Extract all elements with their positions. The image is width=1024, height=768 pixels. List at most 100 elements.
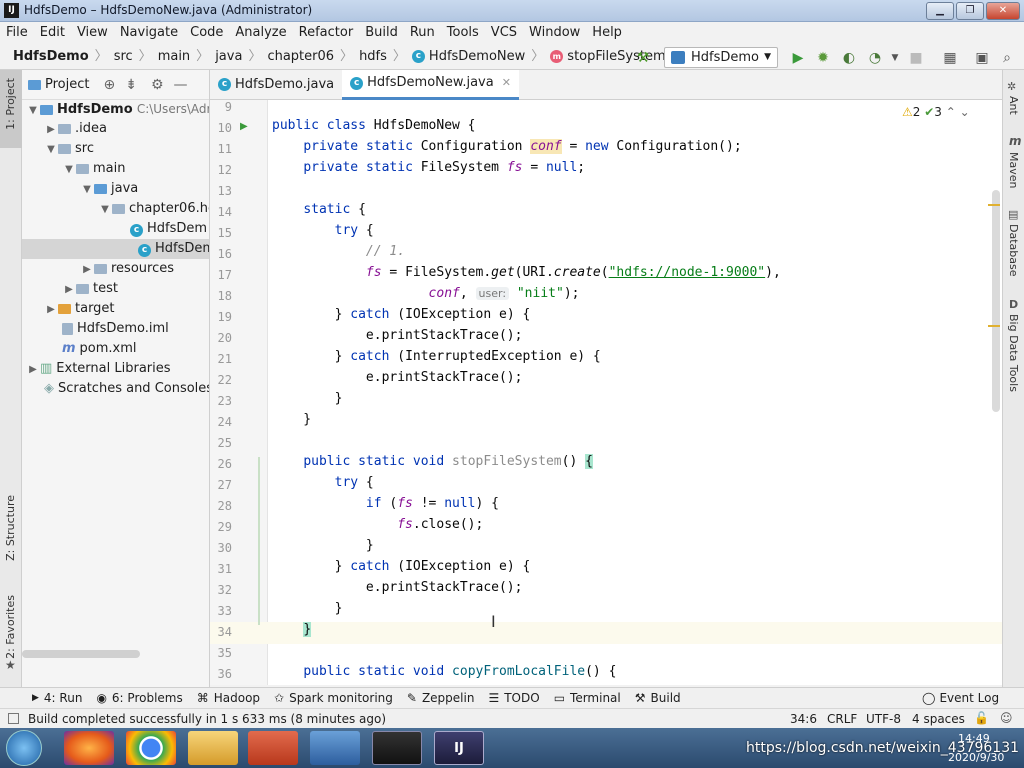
maven-tool-tab[interactable]: Maven <box>1007 152 1020 188</box>
warning-stripe-mark[interactable] <box>988 325 1000 327</box>
database-tool-tab[interactable]: Database <box>1007 224 1020 277</box>
status-message[interactable]: Build completed successfully in 1 s 633 … <box>28 712 386 726</box>
run-gutter-icon[interactable]: ▶ <box>240 121 248 132</box>
explorer-taskbar-icon[interactable] <box>188 731 238 765</box>
vertical-scrollbar[interactable] <box>992 190 1000 412</box>
menu-edit[interactable]: Edit <box>34 22 71 44</box>
inspector-icon[interactable]: ☺ <box>1000 711 1013 725</box>
line-separator[interactable]: CRLF <box>827 712 857 726</box>
run-configuration-select[interactable]: HdfsDemo ▼ <box>664 47 778 68</box>
profile-icon[interactable]: ◔ <box>866 49 884 67</box>
hadoop-tool-button[interactable]: ⌘ Hadoop <box>197 691 260 705</box>
tree-item-iml[interactable]: HdfsDemo.iml <box>62 319 169 339</box>
warning-stripe-mark[interactable] <box>988 204 1000 206</box>
menu-help[interactable]: Help <box>586 22 628 44</box>
firefox-taskbar-icon[interactable] <box>64 731 114 765</box>
code-editor[interactable]: ⚠2 ✔3 ⌃ ⌄ public class HdfsDemoNew { pri… <box>268 100 1002 685</box>
project-tool-tab[interactable]: 1: Project <box>0 70 22 148</box>
ant-tool-tab[interactable]: Ant <box>1007 96 1020 115</box>
file-encoding[interactable]: UTF-8 <box>866 712 901 726</box>
tree-item-java[interactable]: ▼ java <box>80 179 138 199</box>
structure-tool-tab[interactable]: Z: Structure <box>4 495 17 561</box>
menu-run[interactable]: Run <box>404 22 441 44</box>
run-icon[interactable]: ▶ <box>789 49 807 67</box>
indent-setting[interactable]: 4 spaces <box>912 712 965 726</box>
close-window-button[interactable]: ✕ <box>986 2 1020 20</box>
chrome-taskbar-icon[interactable] <box>126 731 176 765</box>
gear-icon[interactable]: ⚙ <box>151 77 164 93</box>
inspection-widget[interactable]: ⚠2 ✔3 ⌃ ⌄ <box>902 105 970 119</box>
favorites-tool-tab[interactable]: 2: Favorites <box>4 595 17 659</box>
tree-item-target[interactable]: ▶ target <box>44 299 114 319</box>
stop-icon[interactable]: ■ <box>907 49 925 67</box>
menu-window[interactable]: Window <box>523 22 586 44</box>
tree-item-main[interactable]: ▼ main <box>62 159 125 179</box>
breadcrumb-main[interactable]: main 〉 <box>155 44 213 70</box>
menu-view[interactable]: View <box>71 22 114 44</box>
tree-item-hdfsdemo[interactable]: ▼ HdfsDemo C:\Users\Adr <box>26 99 209 119</box>
vmware-taskbar-icon[interactable] <box>372 731 422 765</box>
clock-date[interactable]: 2020/9/30 <box>948 751 1004 764</box>
clock-time[interactable]: 14:49 <box>958 732 990 745</box>
project-panel-title[interactable]: Project <box>45 77 89 92</box>
tree-item-hdfsdemonew-class[interactable]: c HdfsDem <box>22 239 209 259</box>
breadcrumb-project[interactable]: HdfsDemo 〉 <box>10 44 111 70</box>
breadcrumb-class[interactable]: c HdfsDemoNew 〉 <box>409 44 547 70</box>
lock-icon[interactable]: 🔓 <box>974 711 989 725</box>
hide-panel-icon[interactable]: — <box>174 77 188 93</box>
spark-monitoring-tool-button[interactable]: ✩ Spark monitoring <box>274 691 393 705</box>
menu-code[interactable]: Code <box>184 22 229 44</box>
menu-vcs[interactable]: VCS <box>485 22 523 44</box>
tree-item-external-libraries[interactable]: ▶ ▥ External Libraries <box>26 359 170 379</box>
menu-refactor[interactable]: Refactor <box>293 22 360 44</box>
tree-item-pom[interactable]: m pom.xml <box>62 339 137 359</box>
intellij-taskbar-icon[interactable]: IJ <box>434 731 484 765</box>
tree-item-resources[interactable]: ▶ resources <box>80 259 174 279</box>
virtualbox-taskbar-icon[interactable] <box>310 731 360 765</box>
layout-icon[interactable]: ▣ <box>973 49 991 67</box>
search-everywhere-icon[interactable]: ⌕ <box>998 49 1016 67</box>
menu-file[interactable]: File <box>0 22 34 44</box>
project-structure-icon[interactable]: ▦ <box>941 49 959 67</box>
terminal-tool-button[interactable]: ▭ Terminal <box>554 691 621 705</box>
tab-hdfsdemo-java[interactable]: c HdfsDemo.java <box>210 70 342 100</box>
chevron-down-icon[interactable]: ⌄ <box>960 105 970 119</box>
toggle-tool-windows-icon[interactable] <box>8 713 19 724</box>
profile-dropdown-icon[interactable]: ▼ <box>886 49 904 67</box>
menu-build[interactable]: Build <box>359 22 404 44</box>
event-log-button[interactable]: ◯ Event Log <box>922 691 999 705</box>
close-tab-icon[interactable]: ✕ <box>502 68 511 98</box>
caret-position[interactable]: 34:6 <box>790 712 817 726</box>
tree-item-idea[interactable]: ▶ .idea <box>44 119 107 139</box>
tab-hdfsdemonew-java[interactable]: c HdfsDemoNew.java ✕ <box>342 68 519 100</box>
target-icon[interactable]: ⊕ <box>103 77 115 93</box>
tree-item-chapter06[interactable]: ▼ chapter06.hc <box>98 199 209 219</box>
powerpoint-taskbar-icon[interactable] <box>248 731 298 765</box>
menu-tools[interactable]: Tools <box>441 22 485 44</box>
zeppelin-tool-button[interactable]: ✎ Zeppelin <box>407 691 475 705</box>
menu-navigate[interactable]: Navigate <box>114 22 184 44</box>
big-data-tools-tab[interactable]: Big Data Tools <box>1007 314 1020 392</box>
collapse-all-icon[interactable]: ⇟ <box>125 77 137 93</box>
problems-tool-button[interactable]: ◉ 6: Problems <box>96 691 182 705</box>
breadcrumb-src[interactable]: src 〉 <box>111 44 155 70</box>
debug-icon[interactable]: ✹ <box>814 49 832 67</box>
tree-item-test[interactable]: ▶ test <box>62 279 118 299</box>
run-tool-button[interactable]: ▶ 4: Run <box>32 691 82 705</box>
tree-item-scratches[interactable]: ◈ Scratches and Consoles <box>44 379 209 399</box>
coverage-icon[interactable]: ◐ <box>840 49 858 67</box>
breadcrumb-hdfs[interactable]: hdfs 〉 <box>356 44 409 70</box>
tree-item-hdfsdemo-class[interactable]: c HdfsDem <box>130 219 207 239</box>
restore-button[interactable]: ❐ <box>956 2 984 20</box>
start-button[interactable] <box>6 730 42 766</box>
menu-analyze[interactable]: Analyze <box>229 22 292 44</box>
breadcrumb-chapter06[interactable]: chapter06 〉 <box>264 44 356 70</box>
build-hammer-icon[interactable]: ⚒ <box>634 49 652 67</box>
tree-item-src[interactable]: ▼ src <box>44 139 94 159</box>
chevron-up-icon[interactable]: ⌃ <box>946 105 956 119</box>
breadcrumb-java[interactable]: java 〉 <box>212 44 264 70</box>
todo-tool-button[interactable]: ☰ TODO <box>488 691 539 705</box>
build-tool-button[interactable]: ⚒ Build <box>635 691 681 705</box>
minimize-button[interactable]: ▁ <box>926 2 954 20</box>
horizontal-scrollbar[interactable] <box>22 650 140 658</box>
